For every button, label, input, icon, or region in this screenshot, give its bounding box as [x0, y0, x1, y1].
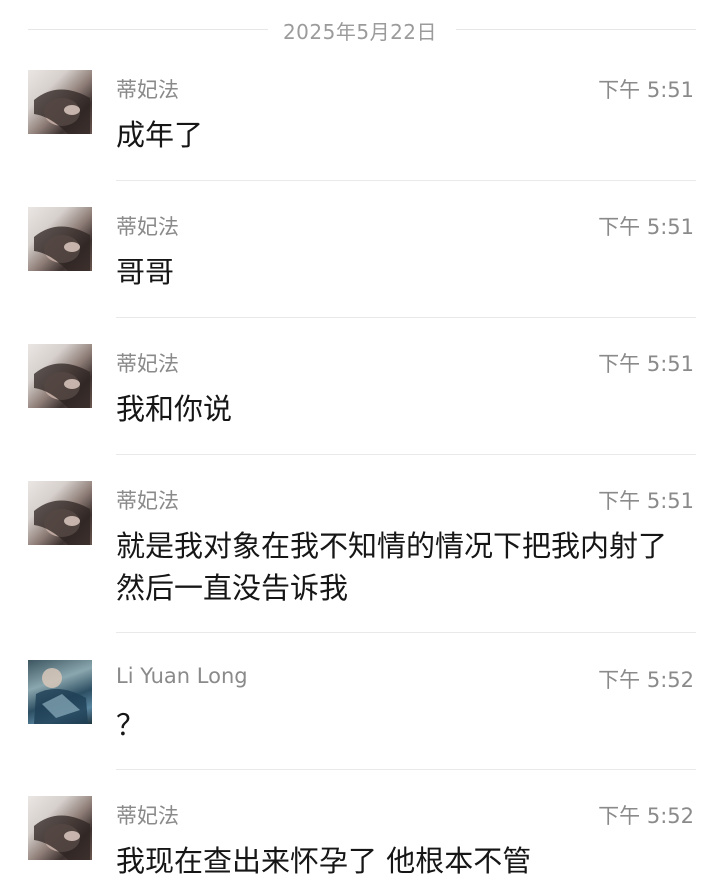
message-divider	[116, 769, 696, 770]
sender-name: 蒂妃法	[116, 78, 179, 102]
message-time: 下午 5:51	[598, 489, 694, 513]
message-divider	[116, 317, 696, 318]
sender-name: Li Yuan Long	[116, 664, 248, 688]
avatar[interactable]	[28, 207, 92, 271]
girl-avatar-icon	[34, 363, 90, 408]
message-text[interactable]: 哥哥	[116, 251, 691, 293]
sender-name: 蒂妃法	[116, 489, 179, 513]
message-time: 下午 5:52	[598, 804, 694, 828]
girl-avatar-icon	[34, 89, 90, 134]
date-separator-line-right	[456, 29, 696, 30]
message-text[interactable]: 我和你说	[116, 388, 691, 430]
boy-avatar-icon	[34, 668, 88, 724]
girl-avatar-icon	[34, 815, 90, 860]
avatar[interactable]	[28, 660, 92, 724]
message-divider	[116, 632, 696, 633]
sender-name: 蒂妃法	[116, 804, 179, 828]
sender-name: 蒂妃法	[116, 352, 179, 376]
message-time: 下午 5:52	[598, 668, 694, 692]
message-text[interactable]: 就是我对象在我不知情的情况下把我内射了 然后一直没告诉我	[116, 525, 691, 609]
message-time: 下午 5:51	[598, 352, 694, 376]
message-text[interactable]: 我现在查出来怀孕了 他根本不管	[116, 840, 691, 882]
avatar[interactable]	[28, 481, 92, 545]
girl-avatar-icon	[34, 500, 90, 545]
message-time: 下午 5:51	[598, 78, 694, 102]
message-divider	[116, 180, 696, 181]
girl-avatar-icon	[34, 226, 90, 271]
date-separator-line-left	[28, 29, 268, 30]
avatar[interactable]	[28, 70, 92, 134]
date-separator-label: 2025年5月22日	[282, 20, 438, 44]
message-text[interactable]: ？	[116, 704, 691, 746]
message-text[interactable]: 成年了	[116, 114, 691, 156]
message-divider	[116, 454, 696, 455]
sender-name: 蒂妃法	[116, 215, 179, 239]
avatar[interactable]	[28, 796, 92, 860]
message-time: 下午 5:51	[598, 215, 694, 239]
avatar[interactable]	[28, 344, 92, 408]
date-separator: 2025年5月22日	[0, 10, 716, 50]
